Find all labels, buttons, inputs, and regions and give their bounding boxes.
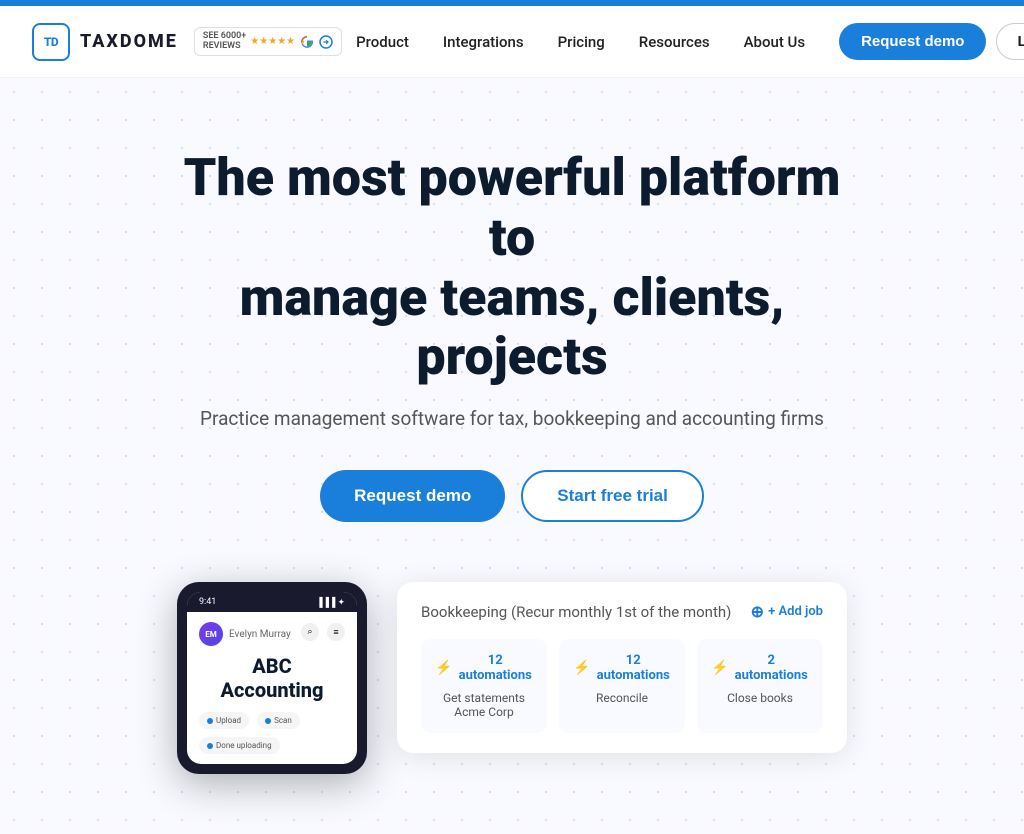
phone-action-upload: Upload [199,712,249,729]
panel-col-3: ⚡ 2 automations Close books [697,639,823,733]
col-desc-1: Get statements Acme Corp [435,691,533,719]
nav-product[interactable]: Product [342,25,423,59]
google-icon [299,34,315,50]
nav-resources[interactable]: Resources [625,25,724,59]
phone-action-row: Upload Scan Done uploading [199,712,345,754]
col-automations-2: ⚡ 12 automations [573,653,671,683]
hero-start-trial-button[interactable]: Start free trial [521,470,704,522]
dashboard-preview: 9:41 ▐▐▐ ✦ EM Evelyn Murray ⌕ ≡ ABC Acco… [20,582,1004,774]
add-icon: ⊕ [751,602,764,621]
stars-icon: ★★★★★ [250,36,295,47]
panel-col-1: ⚡ 12 automations Get statements Acme Cor… [421,639,547,733]
automation-count-3: 2 automations [733,653,809,683]
logo-area: TD TAXDOME SEE 6000+ REVIEWS ★★★★★ [32,23,342,61]
phone-status-bar: 9:41 ▐▐▐ ✦ [187,592,357,612]
phone-time: 9:41 [199,597,216,607]
phone-screen: 9:41 ▐▐▐ ✦ EM Evelyn Murray ⌕ ≡ ABC Acco… [187,592,357,764]
panel-title-row: Bookkeeping (Recur monthly 1st of the mo… [421,602,823,621]
reviews-badge: SEE 6000+ REVIEWS ★★★★★ [194,27,342,57]
phone-company-name: ABC Accounting [199,654,345,702]
header: TD TAXDOME SEE 6000+ REVIEWS ★★★★★ [0,6,1024,78]
col-automations-3: ⚡ 2 automations [711,653,809,683]
chip-dot-done [207,743,213,749]
add-job-link[interactable]: ⊕ + Add job [751,602,823,621]
lightning-icon-2: ⚡ [573,660,590,676]
phone-mockup: 9:41 ▐▐▐ ✦ EM Evelyn Murray ⌕ ≡ ABC Acco… [177,582,367,774]
nav-about-us[interactable]: About Us [730,25,820,59]
header-actions: Request demo Login EN [839,23,1024,60]
phone-avatar: EM [199,622,223,646]
hero-section: The most powerful platform to manage tea… [0,78,1024,834]
phone-action-done: Done uploading [199,737,280,754]
panel-title: Bookkeeping (Recur monthly 1st of the mo… [421,603,731,621]
col-desc-2: Reconcile [573,691,671,705]
nav-integrations[interactable]: Integrations [429,25,538,59]
logo-text: TAXDOME [80,31,178,52]
nav-pricing[interactable]: Pricing [544,25,619,59]
lightning-icon-1: ⚡ [435,660,452,676]
hero-subtitle: Practice management software for tax, bo… [20,407,1004,430]
phone-content: EM Evelyn Murray ⌕ ≡ ABC Accounting Uplo… [187,612,357,764]
phone-menu-icon: ≡ [327,623,345,641]
lightning-icon-3: ⚡ [711,660,728,676]
chip-dot-upload [207,718,213,724]
logo-icon: TD [32,23,70,61]
col-automations-1: ⚡ 12 automations [435,653,533,683]
app-panel: Bookkeeping (Recur monthly 1st of the mo… [397,582,847,753]
automation-count-2: 12 automations [595,653,671,683]
arrow-icon [319,35,333,49]
phone-user-name: Evelyn Murray [229,629,291,640]
phone-action-scan: Scan [257,712,300,729]
panel-columns: ⚡ 12 automations Get statements Acme Cor… [421,639,823,733]
phone-signal: ▐▐▐ ✦ [316,597,345,608]
hero-request-demo-button[interactable]: Request demo [320,470,505,522]
phone-icons-row: ⌕ ≡ [301,623,345,641]
login-button[interactable]: Login [996,23,1024,60]
hero-headline: The most powerful platform to manage tea… [162,148,862,387]
automation-count-1: 12 automations [457,653,533,683]
phone-user-row: EM Evelyn Murray ⌕ ≡ [199,622,345,646]
reviews-label: REVIEWS [203,42,246,52]
chip-dot-scan [265,718,271,724]
phone-search-icon: ⌕ [301,623,319,641]
main-nav: Product Integrations Pricing Resources A… [342,25,819,59]
col-desc-3: Close books [711,691,809,705]
hero-buttons: Request demo Start free trial [20,470,1004,522]
request-demo-button[interactable]: Request demo [839,23,986,60]
panel-col-2: ⚡ 12 automations Reconcile [559,639,685,733]
